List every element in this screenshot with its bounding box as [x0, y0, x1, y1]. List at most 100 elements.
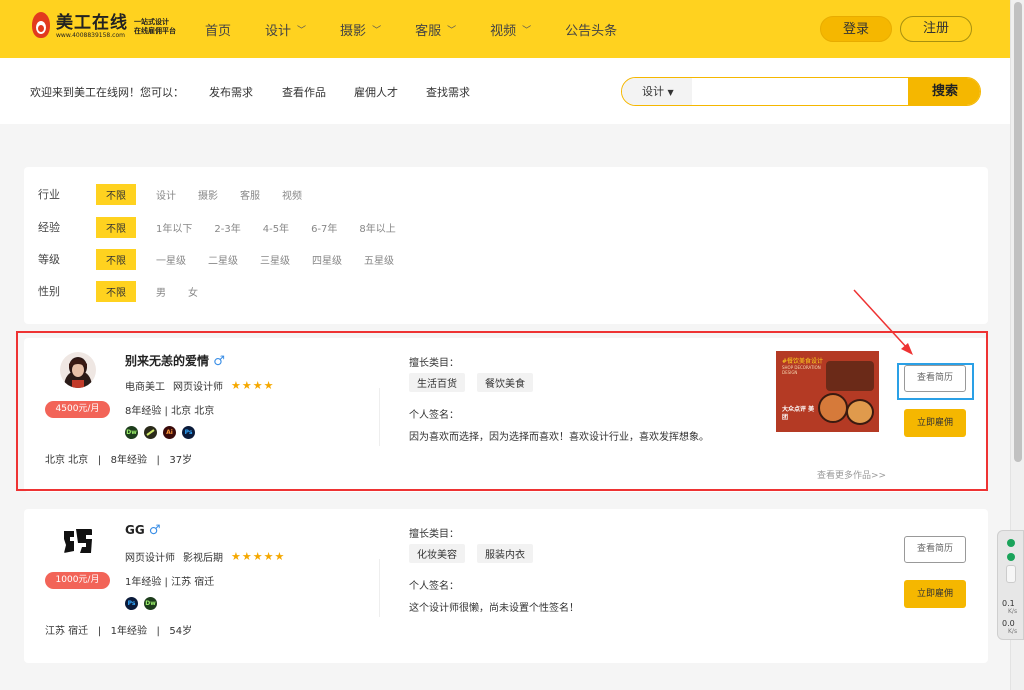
nav-design[interactable]: 设计 ﹀: [265, 20, 306, 39]
login-button[interactable]: 登录: [820, 16, 892, 42]
download-speed: 0.0: [1002, 619, 1015, 628]
logo-name: 美工在线: [56, 13, 128, 33]
star-icon: ★★★★: [231, 379, 275, 392]
main-nav: 首页 设计 ﹀ 摄影 ﹀ 客服 ﹀ 视频 ﹀ 公告头条: [205, 0, 651, 58]
welcome-bar: 欢迎来到美工在线网！您可以： 发布需求 查看作品 雇佣人才 查找需求 设计 ▼ …: [0, 58, 1010, 124]
search-button[interactable]: 搜索: [908, 78, 980, 105]
link-post-demand[interactable]: 发布需求: [209, 84, 253, 100]
signature-title: 个人签名：: [409, 581, 459, 592]
filter-label: 性别: [38, 285, 60, 298]
site-logo[interactable]: 美工在线 www.4008839158.com 一站式设计 在线雇佣平台: [30, 12, 178, 42]
filter-option[interactable]: 不限: [96, 183, 136, 205]
register-button[interactable]: 注册: [900, 16, 972, 42]
specialty-tag: 生活百货: [409, 373, 465, 392]
chevron-down-icon: ﹀: [522, 25, 532, 36]
filter-option[interactable]: 视频: [282, 187, 302, 202]
divider: [379, 559, 380, 617]
link-find-demand[interactable]: 查找需求: [426, 84, 470, 100]
thumbnail-subtitle: SHOP DECORATION DESIGN: [782, 365, 821, 375]
divider: [379, 388, 380, 446]
status-dot-icon: [1007, 539, 1015, 547]
filter-option[interactable]: 不限: [96, 280, 136, 302]
experience-location: 8年经验 | 北京 北京: [125, 406, 215, 417]
hire-now-button[interactable]: 立即雇佣: [904, 409, 966, 437]
dreamweaver-icon: Dw: [144, 597, 157, 610]
filter-option[interactable]: 6-7年: [311, 220, 337, 235]
thumbnail-title: #餐饮美食设计: [782, 358, 824, 365]
filter-option[interactable]: 五星级: [364, 252, 394, 267]
dreamweaver-icon: Dw: [125, 426, 138, 439]
nav-photography[interactable]: 摄影 ﹀: [340, 20, 381, 39]
filter-option[interactable]: 三星级: [260, 252, 290, 267]
filter-option[interactable]: 8年以上: [359, 220, 395, 235]
nav-announcements[interactable]: 公告头条: [565, 20, 617, 39]
nav-video[interactable]: 视频 ﹀: [490, 20, 531, 39]
role-tag: 影视后期: [183, 553, 223, 564]
upload-speed: 0.1: [1002, 599, 1015, 608]
coreldraw-icon: [144, 426, 157, 439]
thumbnail-caption: 大众点评 美团: [782, 406, 815, 421]
status-dot-icon: [1007, 553, 1015, 561]
more-works-link[interactable]: 查看更多作品>>: [817, 468, 886, 481]
specialty-tag: 服装内衣: [477, 544, 533, 563]
specialty-tag: 化妆美容: [409, 544, 465, 563]
filter-option[interactable]: 设计: [156, 187, 176, 202]
search-input[interactable]: [693, 78, 908, 105]
network-speed-widget[interactable]: 0.1 K/s 0.0 K/s: [997, 530, 1024, 640]
specialty-title: 擅长类目：: [409, 529, 459, 540]
filter-option[interactable]: 女: [188, 284, 198, 299]
male-icon: ♂: [148, 523, 161, 538]
filter-option[interactable]: 二星级: [208, 252, 238, 267]
designer-card: 4500元/月 别来无恙的爱情 ♂ 电商美工 网页设计师 ★★★★ 8年经验 |…: [24, 338, 988, 492]
filter-option[interactable]: 一星级: [156, 252, 186, 267]
upload-unit: K/s: [1008, 608, 1018, 615]
designer-name[interactable]: GG ♂: [125, 523, 161, 538]
filter-option[interactable]: 男: [156, 284, 166, 299]
salary-badge: 1000元/月: [45, 572, 110, 589]
role-tag: 电商美工: [125, 382, 165, 393]
logo-slogan-1: 一站式设计: [134, 18, 169, 26]
filter-row-gender: 性别 不限 男 女: [38, 280, 220, 302]
top-navigation-bar: 美工在线 www.4008839158.com 一站式设计 在线雇佣平台 首页 …: [0, 0, 1010, 58]
specialty-tag: 餐饮美食: [477, 373, 533, 392]
designer-card: 1000元/月 GG ♂ 网页设计师 影视后期 ★★★★★ 1年经验 | 江苏 …: [24, 509, 988, 663]
chevron-down-icon: ﹀: [297, 25, 307, 36]
designer-name[interactable]: 别来无恙的爱情 ♂: [125, 352, 225, 369]
view-resume-button[interactable]: 查看简历: [904, 536, 966, 563]
specialty-tags: 生活百货 餐饮美食: [409, 373, 545, 392]
nav-customer-service[interactable]: 客服 ﹀: [415, 20, 456, 39]
work-thumbnail[interactable]: #餐饮美食设计 SHOP DECORATION DESIGN 大众点评 美团: [776, 351, 879, 432]
filter-label: 等级: [38, 253, 60, 266]
salary-badge: 4500元/月: [45, 401, 110, 418]
filter-option[interactable]: 客服: [240, 187, 260, 202]
filter-option[interactable]: 4-5年: [263, 220, 289, 235]
filter-label: 行业: [38, 188, 60, 201]
designer-roles: 网页设计师 影视后期 ★★★★★: [125, 549, 293, 564]
illustrator-icon: Ai: [163, 426, 176, 439]
filter-row-level: 等级 不限 一星级 二星级 三星级 四星级 五星级: [38, 248, 416, 270]
avatar[interactable]: [60, 523, 96, 559]
link-view-works[interactable]: 查看作品: [282, 84, 326, 100]
caret-down-icon: ▼: [667, 88, 674, 97]
filter-option[interactable]: 不限: [96, 216, 136, 238]
filter-option[interactable]: 不限: [96, 248, 136, 270]
specialty-title: 擅长类目：: [409, 358, 459, 369]
view-resume-button[interactable]: 查看简历: [904, 365, 966, 392]
nav-home[interactable]: 首页: [205, 20, 231, 39]
search-category-select[interactable]: 设计 ▼: [622, 78, 692, 105]
filter-row-experience: 经验 不限 1年以下 2-3年 4-5年 6-7年 8年以上: [38, 216, 418, 238]
hire-now-button[interactable]: 立即雇佣: [904, 580, 966, 608]
filter-option[interactable]: 摄影: [198, 187, 218, 202]
avatar[interactable]: [60, 352, 96, 388]
designer-summary: 北京 北京 | 8年经验 | 37岁: [45, 455, 193, 466]
scrollbar-thumb[interactable]: [1014, 2, 1022, 462]
filter-option[interactable]: 四星级: [312, 252, 342, 267]
chevron-down-icon: ﹀: [372, 25, 382, 36]
download-unit: K/s: [1008, 628, 1018, 635]
signature-text: 这个设计师很懒，尚未设置个性签名！: [409, 603, 579, 614]
link-hire-talent[interactable]: 雇佣人才: [354, 84, 398, 100]
chevron-down-icon: ﹀: [447, 25, 457, 36]
filter-option[interactable]: 1年以下: [156, 220, 192, 235]
specialty-tags: 化妆美容 服装内衣: [409, 544, 545, 563]
filter-option[interactable]: 2-3年: [214, 220, 240, 235]
